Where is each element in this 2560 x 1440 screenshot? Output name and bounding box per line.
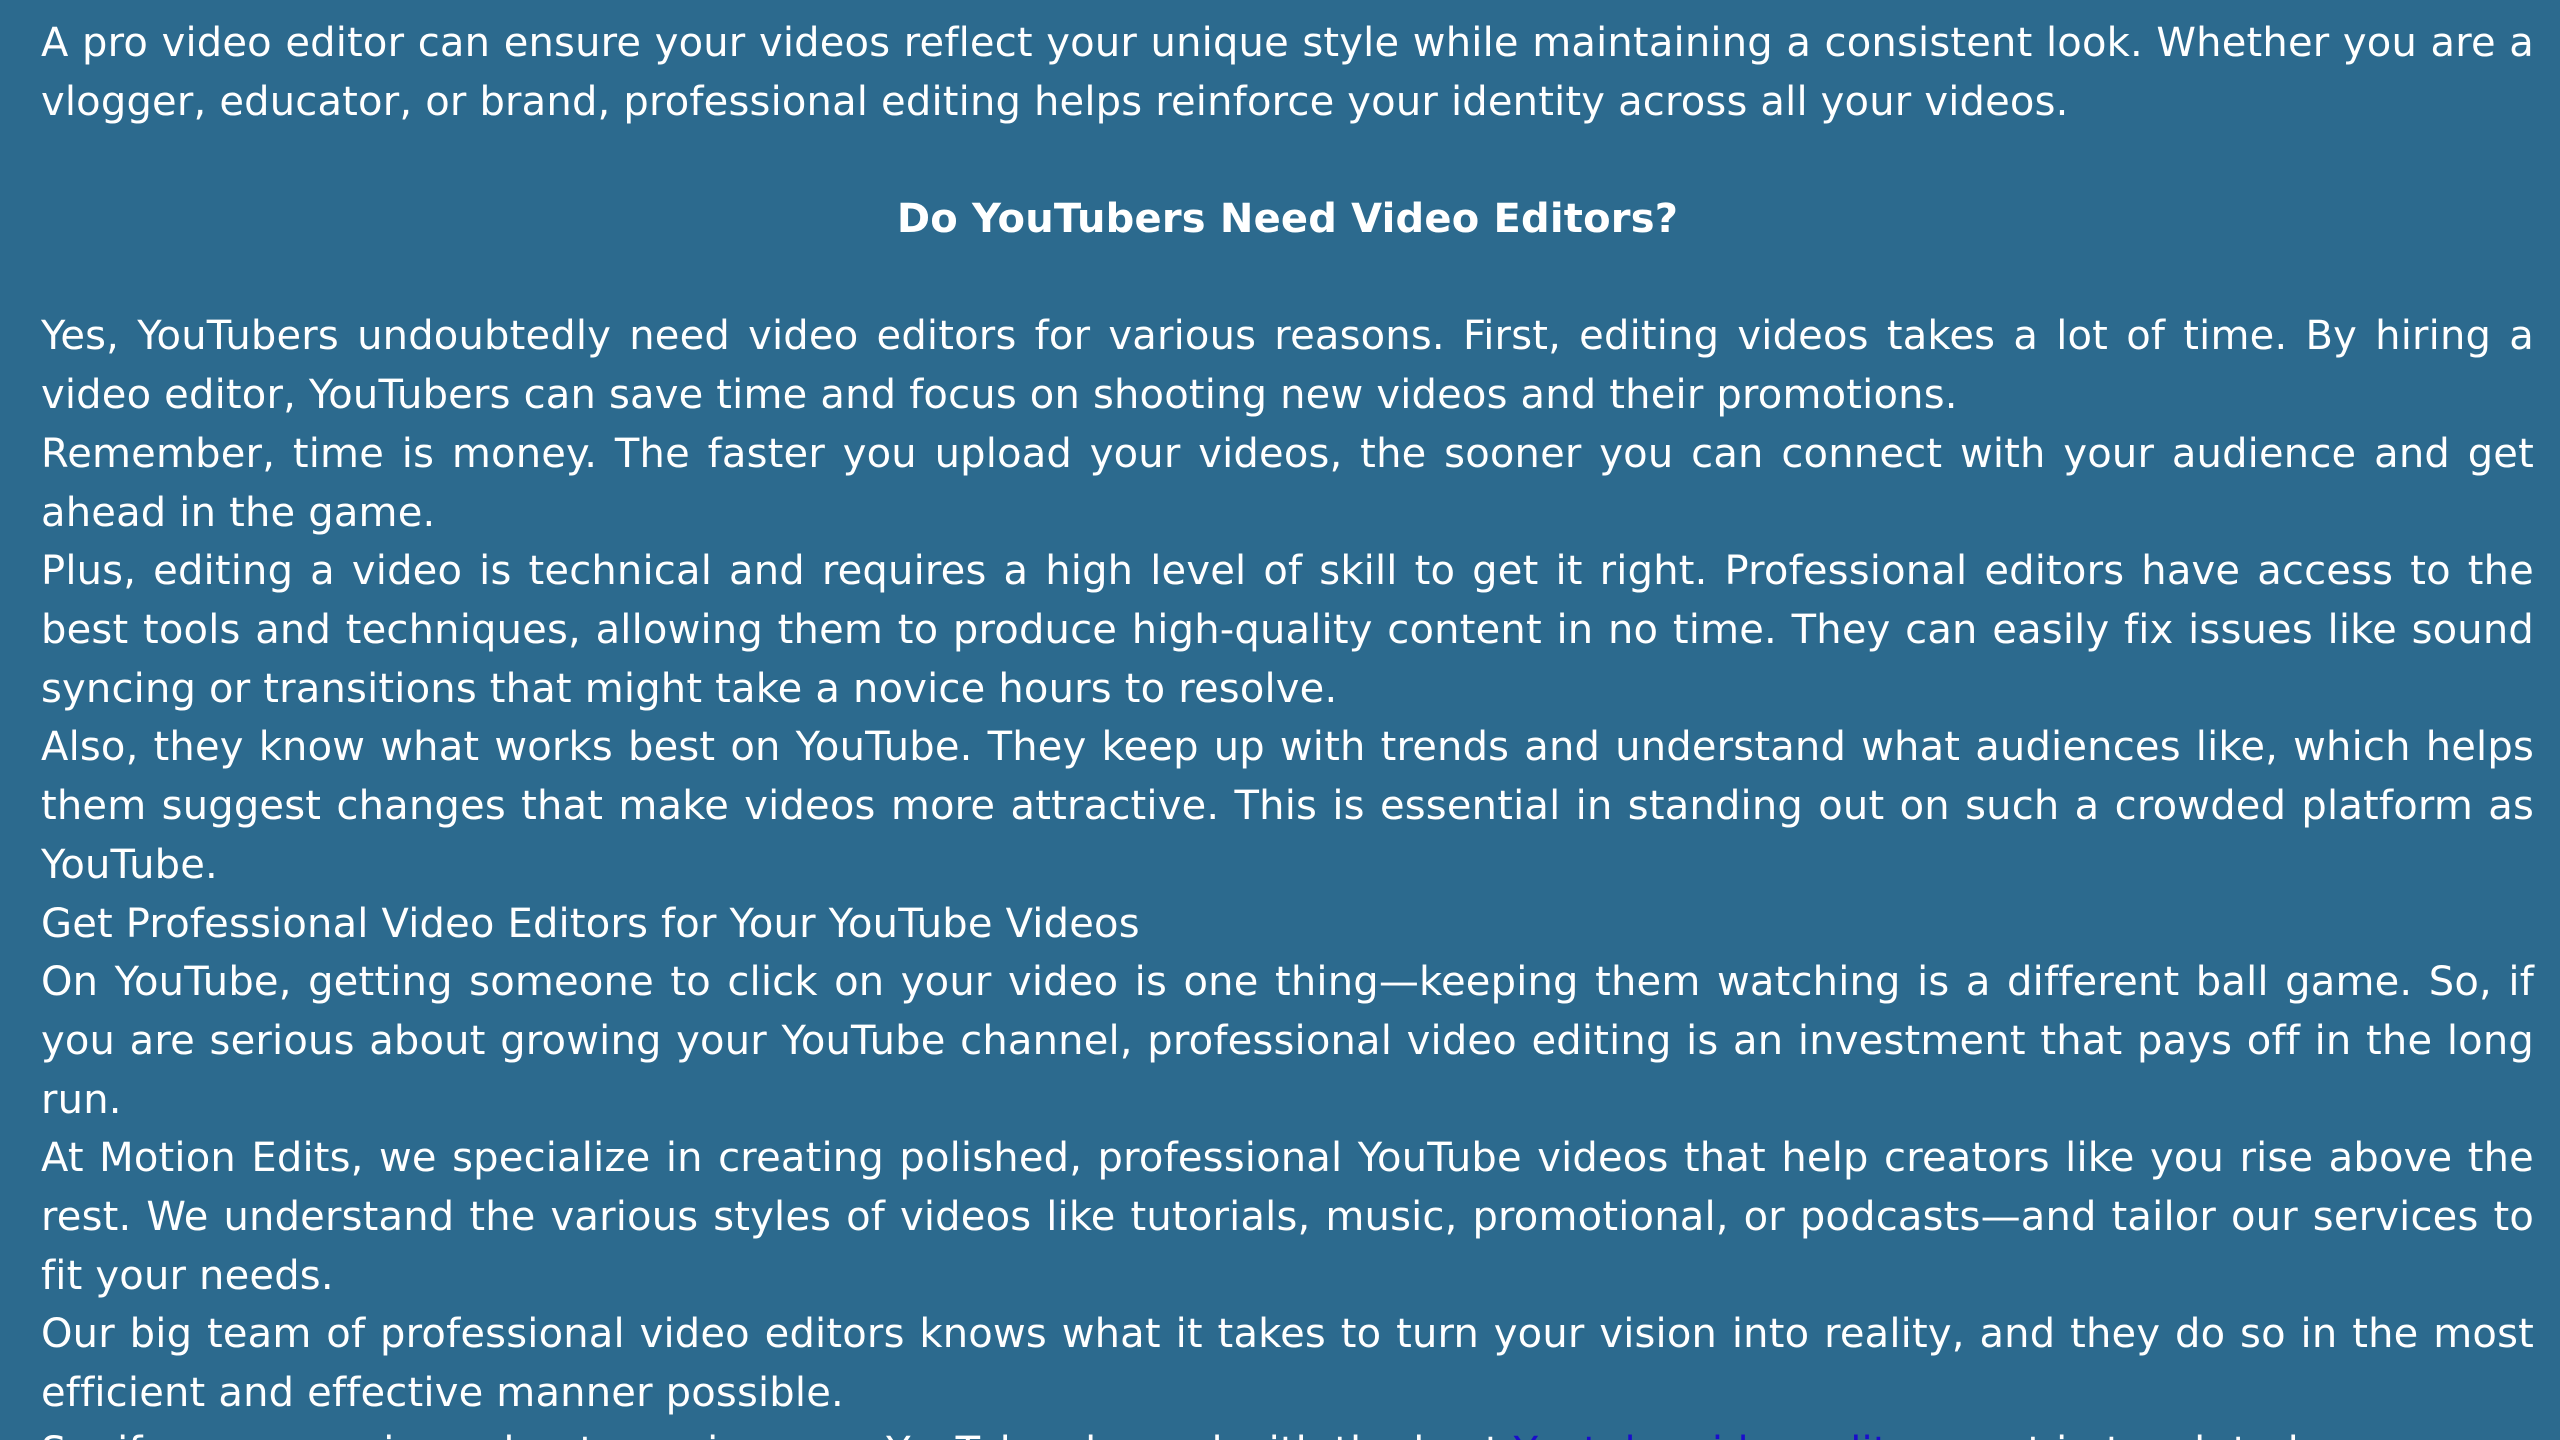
paragraph-time-is-money: Remember, time is money. The faster you … [41,430,2534,536]
intro-paragraph: A pro video editor can ensure your video… [41,20,2534,125]
section-heading: Do YouTubers Need Video Editors? [896,196,1679,243]
closing-paragraph: So, if you are serious about growing you… [41,1423,2534,1440]
paragraph-team: Our big team of professional video edito… [41,1311,2534,1417]
youtube-video-editors-link[interactable]: Youtube video editors [1514,1429,1951,1440]
subheading: Get Professional Video Editors for Your … [41,900,1140,947]
paragraph-youtube-trends: Also, they know what works best on YouTu… [41,724,2534,888]
paragraph-editors-needed: Yes, YouTubers undoubtedly need video ed… [41,313,2534,419]
paragraph-technical-skill: Plus, editing a video is technical and r… [41,548,2534,712]
closing-text-after: , get in touch today. [1951,1429,2355,1440]
closing-text-before: So, if you are serious about growing you… [41,1429,1514,1440]
paragraph-retention: On YouTube, getting someone to click on … [41,959,2534,1123]
paragraph-motion-edits: At Motion Edits, we specialize in creati… [41,1135,2534,1299]
article-body: A pro video editor can ensure your video… [0,0,2560,1440]
